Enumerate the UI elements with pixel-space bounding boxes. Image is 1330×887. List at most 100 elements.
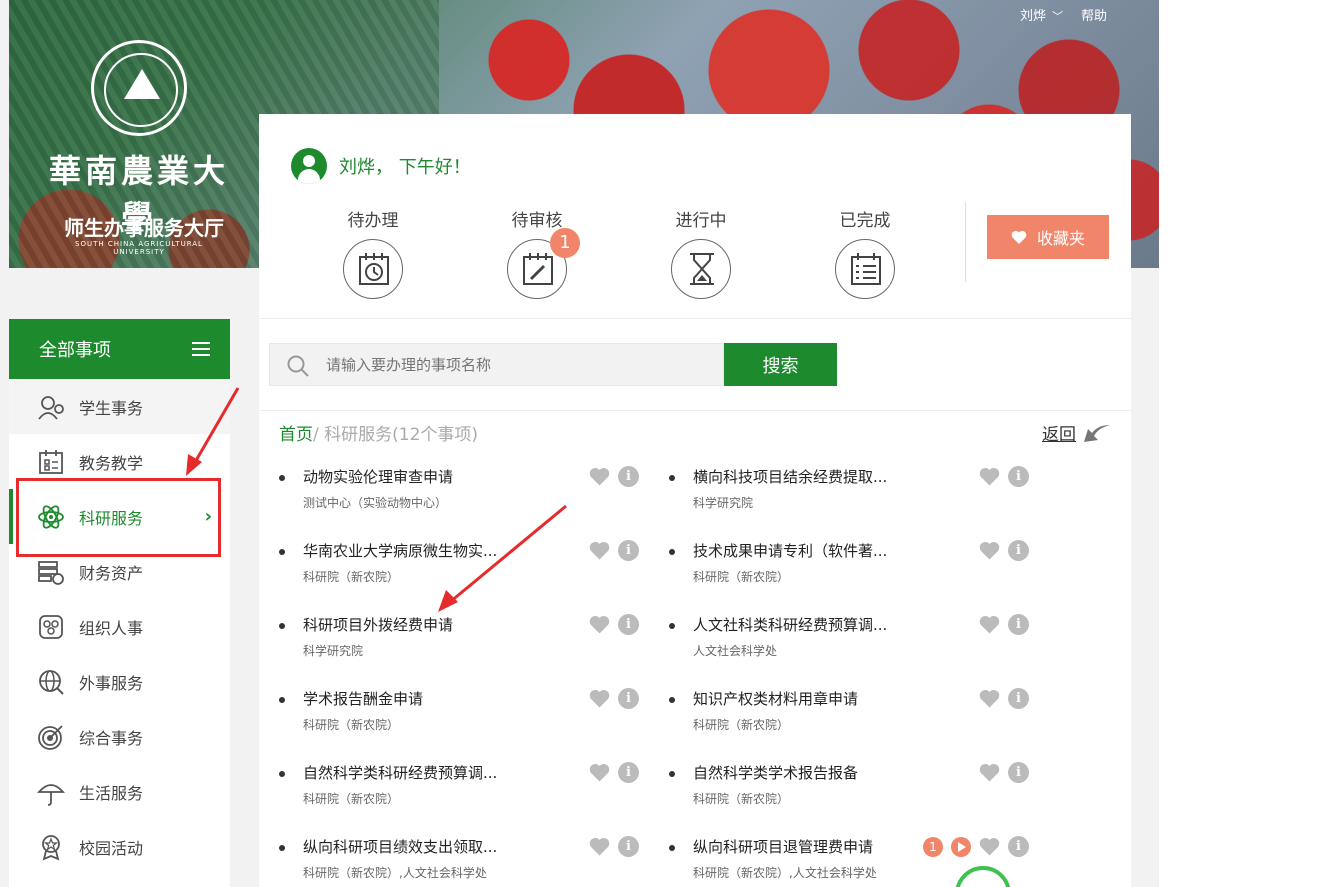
- item-title[interactable]: 横向科技项目结余经费提取...: [693, 466, 887, 487]
- status-review[interactable]: 待审核 1: [497, 206, 580, 299]
- item-department: 科学研究院: [693, 496, 754, 510]
- search-box: [269, 343, 724, 386]
- item-title[interactable]: 技术成果申请专利（软件著...: [693, 540, 887, 561]
- student-affairs-icon: [38, 395, 64, 420]
- info-icon[interactable]: i: [618, 614, 639, 635]
- list-item[interactable]: 科研项目外拨经费申请 科学研究院 i: [279, 614, 639, 674]
- bullet: [669, 549, 675, 555]
- item-title[interactable]: 纵向科研项目退管理费申请: [693, 836, 873, 857]
- list-item[interactable]: 纵向科研项目绩效支出领取... 科研院（新农院）,人文社会科学处 i: [279, 836, 639, 887]
- item-actions: i: [589, 540, 639, 561]
- sidebar-header[interactable]: 全部事项: [9, 319, 230, 379]
- status-in-progress[interactable]: 进行中: [661, 206, 741, 299]
- user-menu[interactable]: 刘烨 ﹀: [1020, 5, 1063, 24]
- heart-icon[interactable]: [979, 540, 1000, 561]
- item-title[interactable]: 人文社科类科研经费预算调...: [693, 614, 887, 635]
- info-icon[interactable]: i: [618, 540, 639, 561]
- heart-icon[interactable]: [589, 836, 610, 857]
- heart-icon: [1011, 230, 1027, 244]
- university-english-name: SOUTH CHINA AGRICULTURAL UNIVERSITY: [75, 240, 203, 256]
- list-item[interactable]: 自然科学类学术报告报备 科研院（新农院） i: [669, 762, 1029, 822]
- chevron-down-icon: ﹀: [1052, 10, 1064, 23]
- back-link[interactable]: 返回: [1042, 420, 1112, 445]
- sidebar-item-general[interactable]: 综合事务: [9, 709, 230, 764]
- item-title[interactable]: 自然科学类科研经费预算调...: [303, 762, 497, 783]
- annotation-arrow: [186, 387, 240, 476]
- item-title[interactable]: 自然科学类学术报告报备: [693, 762, 858, 783]
- finance-icon: [38, 560, 64, 585]
- sidebar-item-campus[interactable]: 校园活动: [9, 819, 230, 874]
- info-icon[interactable]: i: [1008, 762, 1029, 783]
- pending-review-badge: 1: [550, 228, 580, 258]
- help-link[interactable]: 帮助: [1081, 5, 1107, 24]
- info-icon[interactable]: i: [1008, 540, 1029, 561]
- heart-icon[interactable]: [979, 836, 1000, 857]
- search-button[interactable]: 搜索: [724, 343, 837, 386]
- personnel-icon: [39, 614, 63, 639]
- annotation-highlight-box: [16, 478, 221, 557]
- info-icon[interactable]: i: [1008, 466, 1029, 487]
- sidebar-header-label: 全部事项: [39, 340, 111, 361]
- info-icon[interactable]: i: [618, 762, 639, 783]
- list-item[interactable]: 学术报告酬金申请 科研院（新农院） i: [279, 688, 639, 748]
- globe-icon: [39, 669, 64, 695]
- card-divider: [259, 318, 1131, 319]
- list-item[interactable]: 技术成果申请专利（软件著... 科研院（新农院） i: [669, 540, 1029, 600]
- play-icon[interactable]: [951, 836, 971, 857]
- item-department: 科研院（新农院）: [693, 718, 790, 732]
- sidebar-item-foreign-affairs[interactable]: 外事服务: [9, 654, 230, 709]
- heart-icon[interactable]: [589, 540, 610, 561]
- item-title[interactable]: 知识产权类材料用章申请: [693, 688, 858, 709]
- item-actions: i: [589, 614, 639, 635]
- info-icon[interactable]: i: [1008, 836, 1029, 857]
- breadcrumb-home-link[interactable]: 首页: [279, 425, 313, 445]
- item-title[interactable]: 科研项目外拨经费申请: [303, 614, 453, 635]
- list-item[interactable]: 人文社科类科研经费预算调... 人文社会科学处 i: [669, 614, 1029, 674]
- search-input[interactable]: [326, 344, 716, 385]
- breadcrumb-current: / 科研服务(12个事项): [313, 425, 479, 445]
- heart-icon[interactable]: [979, 614, 1000, 635]
- status-pending[interactable]: 待办理: [333, 206, 413, 299]
- item-actions: i: [589, 688, 639, 709]
- heart-icon[interactable]: [979, 688, 1000, 709]
- status-divider: [965, 202, 966, 282]
- item-actions: i: [589, 836, 639, 857]
- sidebar-item-personnel[interactable]: 组织人事: [9, 599, 230, 654]
- user-name: 刘烨: [1020, 9, 1047, 24]
- greeting-text: 刘烨， 下午好！: [339, 157, 471, 178]
- info-icon[interactable]: i: [618, 466, 639, 487]
- sidebar-item-life[interactable]: 生活服务: [9, 764, 230, 819]
- item-title[interactable]: 纵向科研项目绩效支出领取...: [303, 836, 497, 857]
- annotation-arrow: [438, 504, 567, 612]
- bullet: [669, 475, 675, 481]
- heart-icon[interactable]: [979, 466, 1000, 487]
- list-item[interactable]: 横向科技项目结余经费提取... 科学研究院 i: [669, 466, 1029, 526]
- info-icon[interactable]: i: [1008, 614, 1029, 635]
- heart-icon[interactable]: [589, 688, 610, 709]
- status-label: 进行中: [675, 211, 727, 231]
- list-item[interactable]: 知识产权类材料用章申请科研院（新农院） i: [669, 688, 1029, 748]
- heart-icon[interactable]: [589, 466, 610, 487]
- heart-icon[interactable]: [589, 762, 610, 783]
- heart-icon[interactable]: [589, 614, 610, 635]
- item-department: 科研院（新农院）,人文社会科学处: [303, 866, 487, 880]
- page: 華南農業大學 SOUTH CHINA AGRICULTURAL UNIVERSI…: [0, 0, 1330, 887]
- info-icon[interactable]: i: [618, 688, 639, 709]
- item-title[interactable]: 学术报告酬金申请: [303, 688, 423, 709]
- favorites-button[interactable]: 收藏夹: [987, 215, 1109, 259]
- bullet: [279, 475, 285, 481]
- item-title[interactable]: 动物实验伦理审查申请: [303, 466, 453, 487]
- info-icon[interactable]: i: [1008, 688, 1029, 709]
- list-item[interactable]: 自然科学类科研经费预算调... 科研院（新农院） i: [279, 762, 639, 822]
- bullet: [669, 623, 675, 629]
- user-avatar-icon: [291, 148, 327, 184]
- info-icon[interactable]: i: [618, 836, 639, 857]
- main-card: 刘烨， 下午好！ 待办理 待审核 1 进行中 已完成 收藏夹 请输入要办理的事项…: [259, 114, 1131, 887]
- university-seal-icon: [91, 40, 187, 136]
- status-completed[interactable]: 已完成: [825, 206, 905, 299]
- favorites-label: 收藏夹: [1036, 231, 1085, 248]
- heart-icon[interactable]: [979, 762, 1000, 783]
- item-actions: i: [979, 540, 1029, 561]
- item-actions: i: [589, 762, 639, 783]
- bullet: [279, 771, 285, 777]
